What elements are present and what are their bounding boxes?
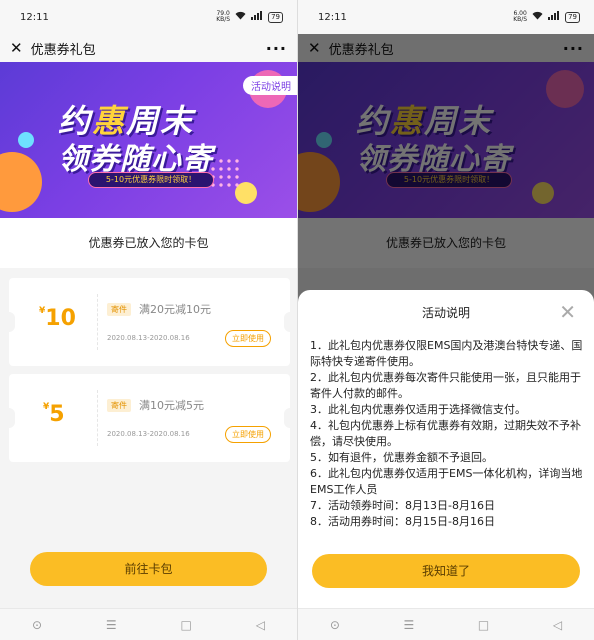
- home-icon[interactable]: ⊙: [330, 618, 340, 632]
- menu-icon[interactable]: ☰: [106, 618, 117, 632]
- rules-button[interactable]: 活动说明: [243, 76, 297, 95]
- battery-icon: 79: [565, 11, 580, 23]
- rule-item: 6．此礼包内优惠券仅适用于EMS一体化机构，详询当地EMS工作人员: [310, 467, 583, 496]
- page-title: 优惠券礼包: [30, 42, 96, 58]
- go-to-cardpack-button[interactable]: 前往卡包: [30, 552, 267, 586]
- signal-icon: [548, 11, 560, 23]
- title-bar: ✕ 优惠券礼包 ···: [0, 34, 297, 62]
- rules-modal: 活动说明 ✕ 1．此礼包内优惠券仅限EMS国内及港澳台特快专递、国际特快专递寄件…: [298, 290, 594, 608]
- coupon-value: ¥5: [43, 402, 65, 427]
- signal-icon: [251, 11, 263, 23]
- coupon-card: ¥10 寄件 满20元减10元 2020.08.13-2020.08.16 立即…: [3, 278, 296, 366]
- home-icon[interactable]: ⊙: [32, 618, 42, 632]
- battery-icon: 79: [268, 11, 283, 23]
- status-time: 12:11: [20, 11, 49, 23]
- decor-ball: [18, 132, 34, 148]
- close-icon[interactable]: ✕: [559, 300, 576, 324]
- net-speed: 6.00 KB/S: [513, 10, 528, 23]
- banner-pill: 5-10元优惠券限时领取！: [88, 172, 214, 188]
- wifi-icon: [532, 11, 543, 23]
- decor-ball: [0, 152, 42, 212]
- rule-item: 4．礼包内优惠券上标有优惠券有效期，过期失效不予补偿，请尽快使用。: [310, 419, 581, 448]
- coupon-date: 2020.08.13-2020.08.16: [107, 430, 190, 438]
- android-nav-bar: ⊙ ☰ □ ◁: [0, 608, 297, 640]
- notice-text: 优惠券已放入您的卡包: [0, 218, 297, 268]
- promo-banner: 约惠周末 领券随心寄 5-10元优惠券限时领取！ 活动说明: [0, 62, 297, 218]
- coupon-date: 2020.08.13-2020.08.16: [107, 334, 190, 342]
- coupon-value: ¥10: [39, 306, 76, 331]
- back-icon[interactable]: ◁: [553, 618, 562, 632]
- phone-screen-left: 12:11 79.0 KB/S 79 ✕ 优惠券礼包 ··· 约惠周末 领券随心寄…: [0, 0, 297, 640]
- use-now-button[interactable]: 立即使用: [225, 426, 271, 443]
- status-time: 12:11: [318, 11, 347, 23]
- phone-screen-right: 12:11 6.00KB/S 79 ✕ 优惠券礼包 ··· 约惠周末 领券随心寄…: [297, 0, 594, 640]
- menu-icon[interactable]: ☰: [404, 618, 415, 632]
- status-bar: 12:11 6.00 KB/S 79: [298, 0, 594, 34]
- coupon-tag: 寄件: [107, 303, 131, 316]
- rule-item: 1．此礼包内优惠券仅限EMS国内及港澳台特快专递、国际特快专递寄件使用。: [310, 339, 583, 368]
- close-icon[interactable]: ✕: [10, 39, 23, 57]
- rules-list: 1．此礼包内优惠券仅限EMS国内及港澳台特快专递、国际特快专递寄件使用。 2．此…: [310, 338, 586, 530]
- rule-item: 8．活动用券时间：8月15日-8月16日: [310, 515, 495, 528]
- net-speed: 79.0 KB/S: [216, 10, 231, 23]
- android-nav-bar: ⊙ ☰ □ ◁: [298, 608, 594, 640]
- rule-item: 5．如有退件，优惠券金额不予退回。: [310, 451, 493, 464]
- use-now-button[interactable]: 立即使用: [225, 330, 271, 347]
- coupon-desc: 满10元减5元: [139, 399, 204, 412]
- got-it-button[interactable]: 我知道了: [312, 554, 580, 588]
- status-bar: 12:11 79.0 KB/S 79: [0, 0, 297, 34]
- rule-item: 2．此礼包内优惠券每次寄件只能使用一张，且只能用于寄件人付款的邮件。: [310, 371, 581, 400]
- coupon-tag: 寄件: [107, 399, 131, 412]
- coupon-desc: 满20元减10元: [139, 303, 211, 316]
- content: 优惠券已放入您的卡包 ¥10 寄件 满20元减10元 2020.08.13-20…: [0, 218, 297, 640]
- modal-title: 活动说明: [421, 306, 470, 320]
- back-icon[interactable]: ◁: [256, 618, 265, 632]
- recents-icon[interactable]: □: [181, 618, 192, 632]
- rule-item: 7．活动领券时间：8月13日-8月16日: [310, 499, 495, 512]
- more-icon[interactable]: ···: [266, 39, 287, 58]
- wifi-icon: [235, 11, 246, 23]
- recents-icon[interactable]: □: [478, 618, 489, 632]
- coupon-card: ¥5 寄件 满10元减5元 2020.08.13-2020.08.16 立即使用: [3, 374, 296, 462]
- rule-item: 3．此礼包内优惠券仅适用于选择微信支付。: [310, 403, 526, 416]
